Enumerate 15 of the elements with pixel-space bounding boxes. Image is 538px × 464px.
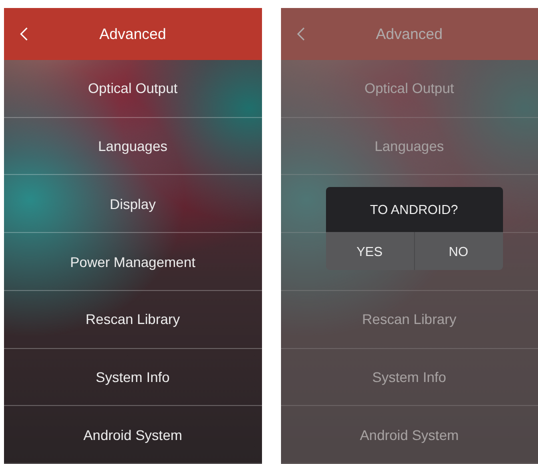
menu-item[interactable]: System Info [4, 348, 262, 406]
dialog-button[interactable]: YES [326, 232, 414, 270]
dialog-button[interactable]: NO [414, 232, 502, 270]
menu-item[interactable]: Android System [280, 406, 538, 464]
back-icon[interactable] [20, 27, 28, 41]
back-icon[interactable] [296, 27, 304, 41]
menu-item[interactable]: Optical Output [4, 60, 262, 118]
menu-item[interactable]: Languages [4, 118, 262, 176]
menu-item[interactable]: Android System [4, 406, 262, 464]
screen-title: Advanced [99, 26, 166, 42]
dialog-title: TO ANDROID? [326, 187, 502, 232]
screen-title: Advanced [376, 26, 443, 42]
menu-item[interactable]: Rescan Library [4, 290, 262, 349]
menu-item[interactable]: Display [4, 175, 262, 234]
menu-item[interactable]: Power Management [4, 233, 262, 291]
